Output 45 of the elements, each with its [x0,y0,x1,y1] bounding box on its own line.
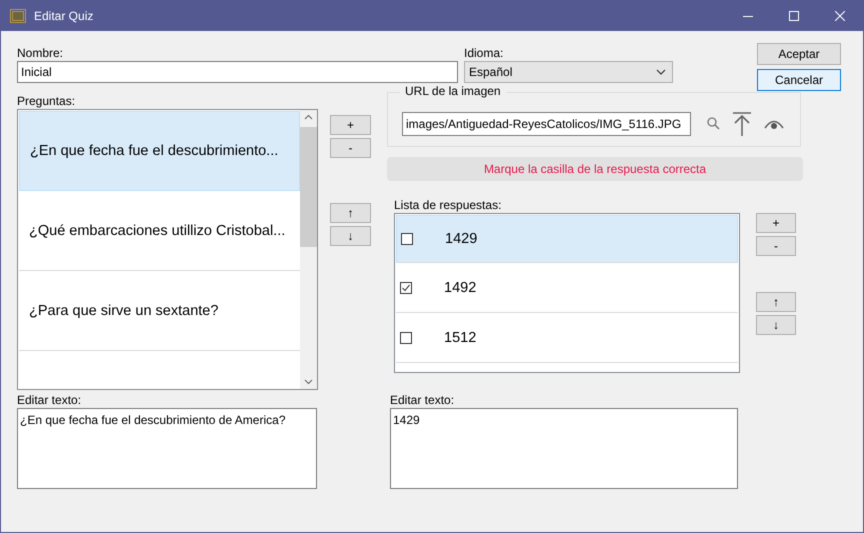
dialog-button[interactable]: Aceptar [757,43,841,65]
edit-text-field[interactable]: 1429 [390,408,738,489]
frame-icon [10,8,26,22]
edit-text-label: Editar texto: [390,392,456,408]
edit-text-label: Editar texto: [17,392,82,408]
answers-label: Lista de respuestas: [394,197,502,213]
eye-icon[interactable] [764,118,784,130]
question-action-button[interactable]: - [330,138,371,158]
chevron-down-icon [656,69,666,75]
answer-item[interactable]: 1492 [396,263,738,313]
checkbox[interactable] [401,233,413,245]
answer-action-button[interactable]: - [756,236,796,256]
dialog-button[interactable]: Cancelar [757,69,841,91]
scrollbar-thumb[interactable] [300,127,317,247]
close-icon[interactable] [835,10,845,20]
search-icon[interactable] [707,117,720,130]
question-item[interactable]: ¿En que fecha fue el descubrimiento... [19,111,300,191]
image-url-field[interactable]: images/Antiguedad-ReyesCatolicos/IMG_5116.JPG [402,112,691,136]
question-action-button[interactable]: ↓ [330,226,371,246]
name-field[interactable]: Inicial [17,61,458,83]
answer-item[interactable]: 1512 [396,313,738,363]
scroll-down-icon[interactable] [304,379,313,385]
answer-text: 1429 [445,231,478,247]
edit-text-field[interactable]: ¿En que fecha fue el descubrimiento de America? [17,408,317,489]
hint-message: Marque la casilla de la respuesta correcta [387,157,803,181]
answer-item[interactable]: 1429 [396,215,738,263]
scrollbar[interactable] [300,110,317,389]
answer-action-button[interactable]: ↑ [756,292,796,312]
checkbox[interactable] [400,282,412,294]
image-url-legend: URL de la imagen [400,84,506,98]
questions-label: Preguntas: [17,93,76,109]
answer-action-button[interactable]: ↓ [756,315,796,335]
window-title: Editar Quiz [34,8,94,22]
answer-action-button[interactable]: + [756,213,796,233]
name-label: Nombre: [17,45,64,61]
language-label: Idioma: [464,45,504,61]
scroll-up-icon[interactable] [304,114,313,120]
upload-icon[interactable] [733,112,751,136]
answer-text: 1512 [444,330,476,346]
answer-text: 1492 [444,280,476,296]
language-dropdown[interactable]: Español [464,61,673,83]
question-action-button[interactable]: ↑ [330,203,371,223]
question-action-button[interactable]: + [330,115,371,135]
checkbox[interactable] [400,332,412,344]
maximize-icon[interactable] [789,10,799,20]
